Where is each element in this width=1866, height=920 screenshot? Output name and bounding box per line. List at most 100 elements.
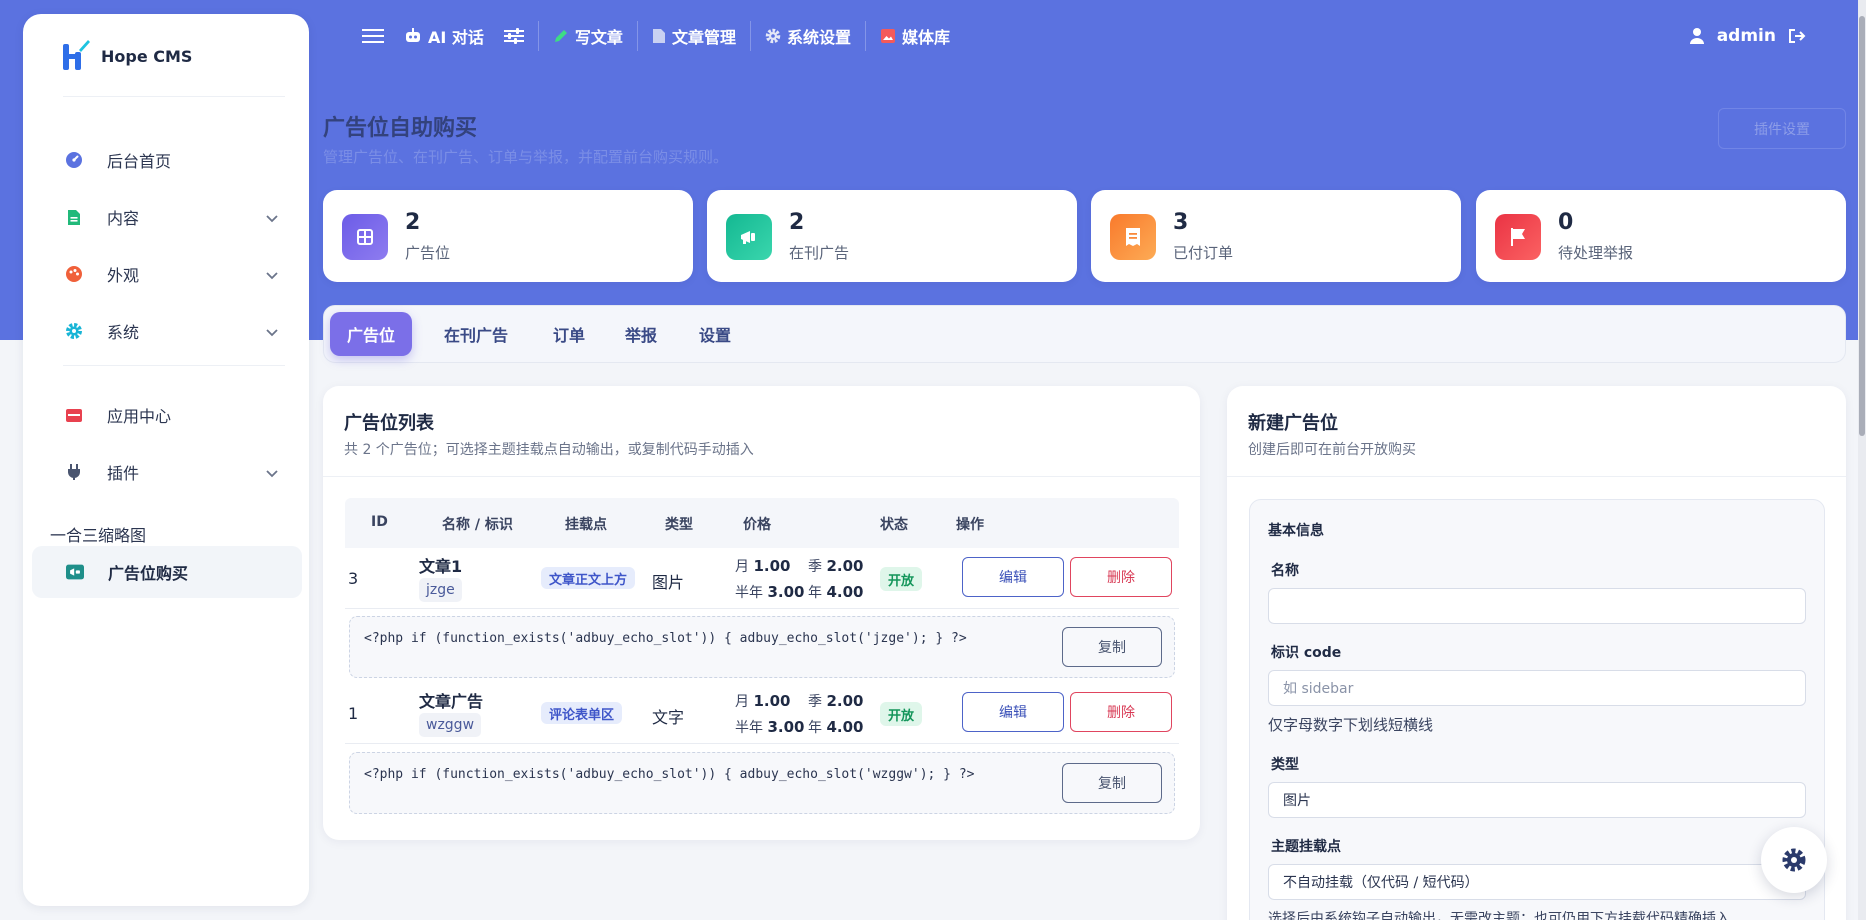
tab-bar: 广告位 在刊广告 订单 举报 设置 bbox=[323, 305, 1846, 363]
stat-card-pending-reports: 0 待处理举报 bbox=[1476, 190, 1846, 282]
type-label: 类型 bbox=[1271, 757, 1299, 773]
code-label: 标识 code bbox=[1271, 645, 1342, 661]
plugin-settings-button[interactable]: 插件设置 bbox=[1718, 108, 1846, 149]
copy-button[interactable]: 复制 bbox=[1062, 763, 1162, 803]
hamburger-icon bbox=[362, 29, 384, 43]
filter-settings-button[interactable] bbox=[494, 20, 534, 52]
type-select[interactable]: 图片 bbox=[1268, 782, 1806, 818]
nav-system-settings[interactable]: 系统设置 bbox=[755, 20, 861, 52]
nav-label: AI 对话 bbox=[428, 28, 484, 47]
embed-code-box: <?php if (function_exists('adbuy_echo_sl… bbox=[349, 616, 1175, 678]
embed-code[interactable]: <?php if (function_exists('adbuy_echo_sl… bbox=[364, 767, 974, 782]
tab-settings[interactable]: 设置 bbox=[680, 312, 750, 356]
sidebar-item-label: 系统 bbox=[107, 323, 140, 342]
scrollbar-thumb[interactable] bbox=[1859, 16, 1865, 436]
brand-name: Hope CMS bbox=[101, 46, 193, 66]
sidebar-item-label: 应用中心 bbox=[107, 407, 172, 426]
gear-icon bbox=[1782, 848, 1806, 872]
tab-orders[interactable]: 订单 bbox=[534, 312, 604, 356]
sidebar-item-ad-slot-purchase[interactable]: 广告位购买 bbox=[32, 546, 302, 598]
tab-live-ads[interactable]: 在刊广告 bbox=[424, 312, 528, 356]
pencil-icon bbox=[554, 30, 567, 42]
row-name: 文章广告 bbox=[419, 692, 484, 711]
nav-article-management[interactable]: 文章管理 bbox=[642, 20, 746, 52]
stat-value: 2 bbox=[405, 210, 421, 235]
hook-badge: 文章正文上方 bbox=[541, 567, 636, 589]
status-badge: 开放 bbox=[880, 567, 923, 591]
price-month: 月 1.00 bbox=[735, 557, 791, 575]
sidebar-item-plugins[interactable]: 插件 bbox=[31, 446, 301, 498]
chevron-down-icon bbox=[265, 267, 279, 281]
ad-slot-list-card: 广告位列表 共 2 个广告位；可选择主题挂载点自动输出，或复制代码手动插入 ID… bbox=[323, 386, 1200, 840]
sidebar-item-label: 插件 bbox=[107, 464, 140, 483]
column-header: 名称 / 标识 bbox=[442, 517, 513, 533]
edit-button[interactable]: 编辑 bbox=[962, 692, 1064, 732]
row-code: jzge bbox=[419, 578, 462, 602]
sidebar-item-system[interactable]: 系统 bbox=[31, 305, 301, 357]
nav-divider bbox=[749, 21, 751, 51]
palette-icon bbox=[65, 265, 83, 283]
price-quarter: 季 2.00 bbox=[808, 692, 864, 710]
status-badge: 开放 bbox=[880, 702, 923, 726]
delete-button[interactable]: 删除 bbox=[1070, 692, 1172, 732]
hook-badge: 评论表单区 bbox=[541, 702, 623, 724]
embed-code[interactable]: <?php if (function_exists('adbuy_echo_sl… bbox=[364, 631, 967, 646]
store-icon bbox=[65, 406, 83, 424]
sidebar-divider bbox=[63, 365, 285, 366]
copy-button[interactable]: 复制 bbox=[1062, 627, 1162, 667]
nav-media-library[interactable]: 媒体库 bbox=[870, 20, 960, 52]
edit-button[interactable]: 编辑 bbox=[962, 557, 1064, 597]
section-title: 基本信息 bbox=[1268, 523, 1324, 539]
sidebar-item-content[interactable]: 内容 bbox=[31, 191, 301, 243]
tab-ad-slots[interactable]: 广告位 bbox=[330, 312, 412, 356]
gear-icon bbox=[765, 28, 781, 44]
stat-card-paid-orders: 3 已付订单 bbox=[1091, 190, 1461, 282]
row-code: wzggw bbox=[419, 713, 482, 737]
settings-fab-button[interactable] bbox=[1761, 827, 1827, 893]
delete-button[interactable]: 删除 bbox=[1070, 557, 1172, 597]
grid-icon bbox=[342, 214, 388, 260]
document-icon bbox=[65, 208, 83, 226]
image-icon bbox=[880, 29, 895, 43]
chevron-down-icon bbox=[265, 324, 279, 338]
divider bbox=[1227, 476, 1846, 477]
basic-info-section: 基本信息 名称 标识 code 如 sidebar 仅字母数字下划线短横线 类型… bbox=[1249, 499, 1825, 920]
sidebar-item-dashboard[interactable]: 后台首页 bbox=[31, 134, 301, 186]
nav-write-article[interactable]: 写文章 bbox=[543, 20, 633, 52]
username[interactable]: admin bbox=[1717, 26, 1776, 46]
sidebar-item-app-center[interactable]: 应用中心 bbox=[31, 389, 301, 441]
code-input[interactable]: 如 sidebar bbox=[1268, 670, 1806, 706]
stat-label: 待处理举报 bbox=[1558, 244, 1634, 262]
sidebar-item-appearance[interactable]: 外观 bbox=[31, 248, 301, 300]
tab-reports[interactable]: 举报 bbox=[606, 312, 676, 356]
hook-select[interactable]: 不自动挂载（仅代码 / 短代码） bbox=[1268, 864, 1806, 900]
nav-label: 媒体库 bbox=[901, 28, 950, 47]
price-year: 年 4.00 bbox=[808, 718, 864, 736]
file-icon bbox=[652, 29, 665, 43]
menu-toggle-button[interactable] bbox=[352, 20, 394, 52]
embed-code-box: <?php if (function_exists('adbuy_echo_sl… bbox=[349, 752, 1175, 814]
ad-icon bbox=[66, 563, 84, 581]
price-half-year: 半年 3.00 bbox=[735, 583, 805, 601]
price-quarter: 季 2.00 bbox=[808, 557, 864, 575]
sidebar-divider bbox=[63, 96, 285, 97]
stat-label: 在刊广告 bbox=[789, 244, 850, 262]
name-input[interactable] bbox=[1268, 588, 1806, 624]
nav-divider bbox=[864, 21, 866, 51]
flag-icon bbox=[1495, 214, 1541, 260]
logout-icon[interactable] bbox=[1788, 28, 1806, 44]
nav-ai-chat[interactable]: AI 对话 bbox=[394, 20, 494, 52]
sidebar-group-label[interactable]: 一合三缩略图 bbox=[50, 522, 146, 546]
chevron-down-icon bbox=[265, 465, 279, 479]
sidebar-item-label: 后台首页 bbox=[107, 152, 172, 171]
receipt-icon bbox=[1110, 214, 1156, 260]
table-header: ID 名称 / 标识 挂载点 类型 价格 状态 操作 bbox=[345, 498, 1179, 548]
nav-label: 写文章 bbox=[574, 28, 623, 47]
brand[interactable]: Hope CMS bbox=[61, 38, 192, 74]
sliders-icon bbox=[503, 28, 524, 44]
user-icon bbox=[1689, 28, 1704, 44]
card-subtitle: 创建后即可在前台开放购买 bbox=[1248, 442, 1416, 458]
sidebar-item-label: 外观 bbox=[107, 266, 140, 285]
plug-icon bbox=[65, 463, 83, 481]
column-header: 挂载点 bbox=[565, 517, 607, 533]
